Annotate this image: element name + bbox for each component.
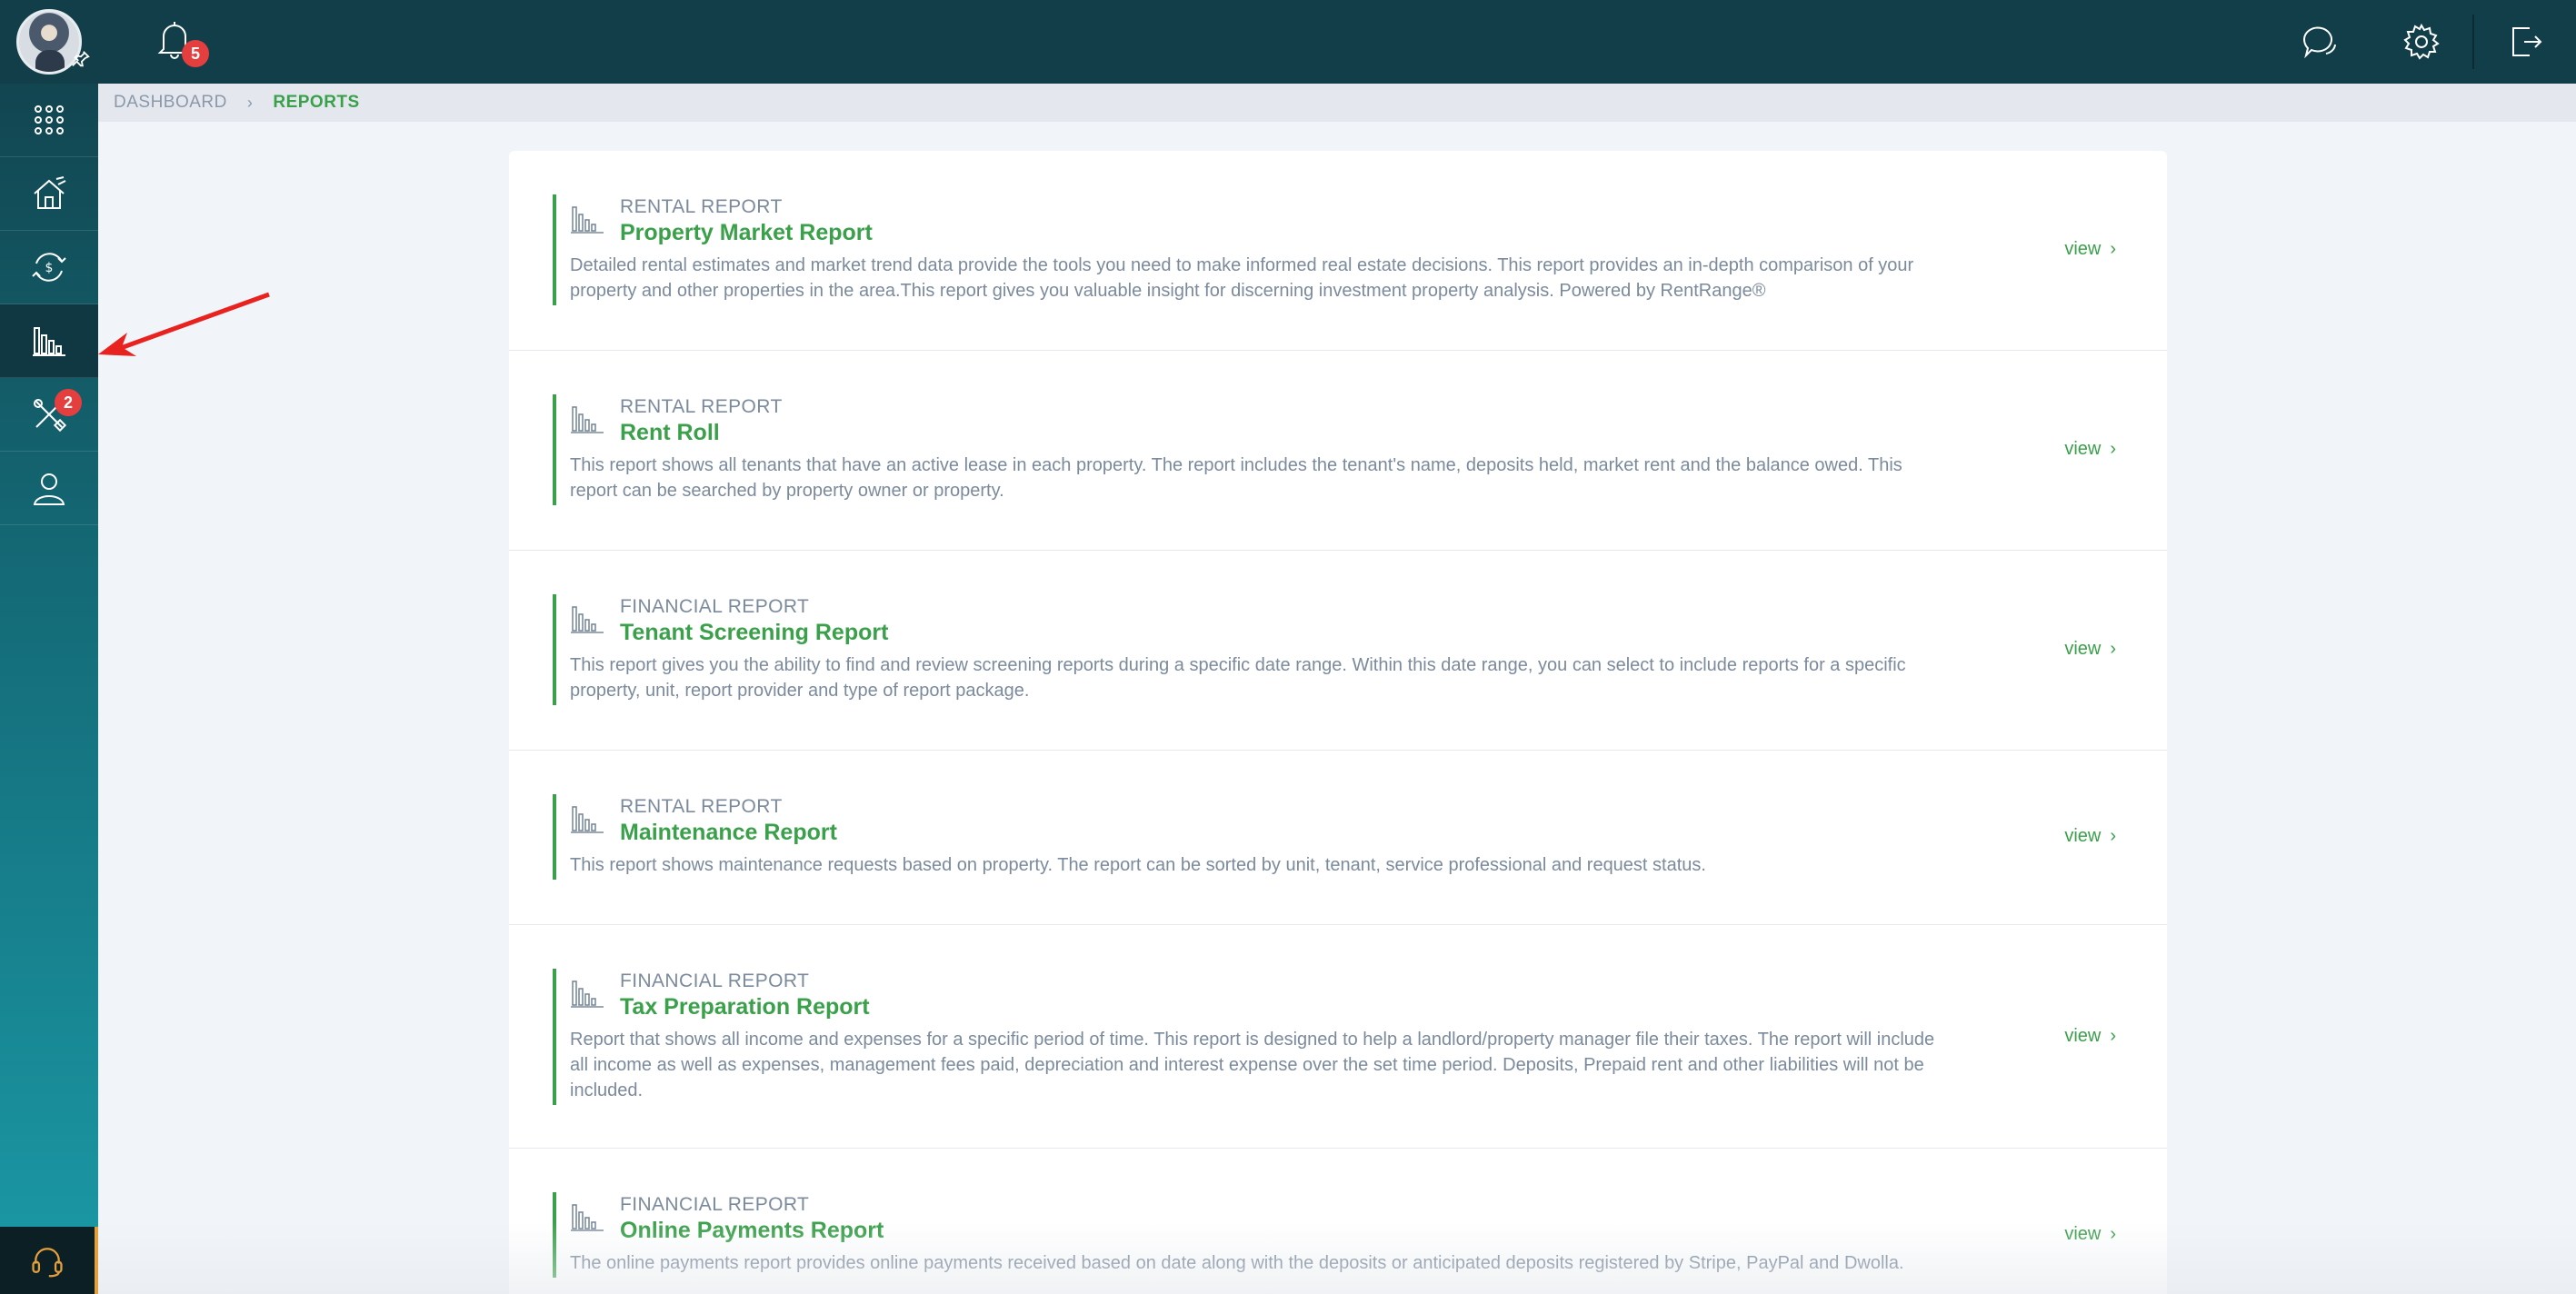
notifications-button[interactable]: 5 bbox=[155, 18, 209, 67]
chevron-right-icon: › bbox=[2110, 639, 2116, 659]
bar-chart-icon bbox=[33, 327, 65, 356]
support-button[interactable] bbox=[0, 1227, 98, 1294]
accent-bar bbox=[553, 194, 556, 305]
accent-bar bbox=[553, 394, 556, 505]
annotation-arrow bbox=[98, 292, 270, 356]
bar-chart-icon bbox=[571, 980, 604, 1008]
user-icon bbox=[33, 473, 65, 505]
report-title[interactable]: Tax Preparation Report bbox=[620, 994, 870, 1020]
logout-button[interactable] bbox=[2474, 0, 2576, 84]
description-line: This report shows maintenance requests b… bbox=[570, 855, 1706, 875]
notifications-badge: 5 bbox=[182, 40, 209, 67]
svg-text:$: $ bbox=[45, 261, 54, 275]
chat-icon bbox=[2302, 26, 2336, 59]
accent-bar bbox=[553, 594, 556, 705]
sidebar-item-maintenance[interactable]: 2 bbox=[0, 378, 98, 452]
chevron-right-icon: › bbox=[246, 93, 254, 112]
description-line: report can be searched by property owner… bbox=[570, 481, 1004, 501]
money-exchange-icon: $ bbox=[32, 253, 66, 282]
bar-chart-icon bbox=[571, 606, 604, 633]
top-bar: 5 bbox=[98, 0, 2576, 84]
description-line: Detailed rental estimates and market tre… bbox=[570, 255, 1914, 275]
view-label: view bbox=[2064, 239, 2102, 259]
avatar-area bbox=[0, 0, 98, 84]
description-line: included. bbox=[570, 1080, 644, 1100]
description-line: all income as well as expenses, manageme… bbox=[570, 1055, 1924, 1075]
report-item[interactable]: RENTAL REPORT Rent Roll This report show… bbox=[509, 351, 2167, 551]
report-item[interactable]: FINANCIAL REPORT Online Payments Report … bbox=[509, 1149, 2167, 1294]
chevron-right-icon: › bbox=[2110, 1026, 2116, 1046]
report-description: This report shows all tenants that have … bbox=[570, 453, 1988, 503]
bar-chart-icon bbox=[571, 1204, 604, 1231]
sidebar-item-apps[interactable] bbox=[0, 84, 98, 157]
sidebar-item-reports[interactable] bbox=[0, 304, 98, 378]
report-description: This report shows maintenance requests b… bbox=[570, 852, 1988, 878]
report-category: RENTAL REPORT bbox=[620, 796, 783, 817]
view-link[interactable]: view › bbox=[2064, 239, 2116, 260]
report-title[interactable]: Tenant Screening Report bbox=[620, 620, 888, 646]
bar-chart-icon bbox=[571, 806, 604, 833]
report-item[interactable]: RENTAL REPORT Property Market Report Det… bbox=[509, 151, 2167, 351]
chevron-right-icon: › bbox=[2110, 1224, 2116, 1244]
description-line: This report shows all tenants that have … bbox=[570, 455, 1902, 475]
report-category: RENTAL REPORT bbox=[620, 396, 783, 417]
view-label: view bbox=[2064, 1026, 2102, 1046]
bar-chart-icon bbox=[571, 406, 604, 433]
logout-icon bbox=[2512, 27, 2542, 56]
chevron-right-icon: › bbox=[2110, 439, 2116, 459]
view-link[interactable]: view › bbox=[2064, 826, 2116, 847]
description-line: property and other properties in the are… bbox=[570, 281, 1766, 301]
accent-bar bbox=[553, 794, 556, 880]
view-link[interactable]: view › bbox=[2064, 1026, 2116, 1047]
description-line: Report that shows all income and expense… bbox=[570, 1030, 1935, 1050]
report-title[interactable]: Rent Roll bbox=[620, 420, 720, 446]
report-category: RENTAL REPORT bbox=[620, 196, 783, 217]
report-category: FINANCIAL REPORT bbox=[620, 1194, 810, 1215]
report-title[interactable]: Online Payments Report bbox=[620, 1218, 884, 1244]
sidebar-item-properties[interactable] bbox=[0, 157, 98, 231]
report-description: The online payments report provides onli… bbox=[570, 1250, 1988, 1276]
headset-icon bbox=[32, 1248, 63, 1278]
report-item[interactable]: FINANCIAL REPORT Tenant Screening Report… bbox=[509, 551, 2167, 751]
breadcrumb: DASHBOARD › REPORTS bbox=[98, 84, 2576, 122]
report-description: Report that shows all income and expense… bbox=[570, 1027, 1988, 1103]
house-icon bbox=[34, 176, 66, 209]
report-title[interactable]: Property Market Report bbox=[620, 220, 873, 246]
top-actions bbox=[2269, 0, 2576, 84]
sidebar-item-contacts[interactable] bbox=[0, 452, 98, 525]
maintenance-badge: 2 bbox=[55, 389, 82, 416]
report-item[interactable]: RENTAL REPORT Maintenance Report This re… bbox=[509, 751, 2167, 925]
sidebar-item-payments[interactable]: $ bbox=[0, 231, 98, 304]
pin-icon[interactable] bbox=[71, 49, 91, 75]
report-description: Detailed rental estimates and market tre… bbox=[570, 253, 1988, 304]
report-item[interactable]: FINANCIAL REPORT Tax Preparation Report … bbox=[509, 925, 2167, 1149]
accent-bar bbox=[553, 1192, 556, 1278]
description-line: This report gives you the ability to fin… bbox=[570, 655, 1906, 675]
view-link[interactable]: view › bbox=[2064, 439, 2116, 460]
bar-chart-icon bbox=[571, 206, 604, 234]
description-line: The online payments report provides onli… bbox=[570, 1253, 1904, 1273]
accent-bar bbox=[553, 969, 556, 1105]
view-link[interactable]: view › bbox=[2064, 639, 2116, 660]
view-label: view bbox=[2064, 1224, 2102, 1244]
sidebar: $ 2 bbox=[0, 0, 98, 1294]
breadcrumb-dashboard[interactable]: DASHBOARD bbox=[114, 93, 227, 113]
report-category: FINANCIAL REPORT bbox=[620, 970, 810, 991]
breadcrumb-reports: REPORTS bbox=[273, 93, 360, 112]
report-category: FINANCIAL REPORT bbox=[620, 596, 810, 617]
chat-button[interactable] bbox=[2269, 0, 2371, 84]
report-description: This report gives you the ability to fin… bbox=[570, 652, 1988, 703]
view-label: view bbox=[2064, 439, 2102, 459]
description-line: property, unit, report provider and type… bbox=[570, 681, 1030, 701]
reports-card: RENTAL REPORT Property Market Report Det… bbox=[509, 151, 2167, 1294]
chevron-right-icon: › bbox=[2110, 239, 2116, 259]
view-label: view bbox=[2064, 826, 2102, 846]
grid-icon bbox=[35, 105, 64, 134]
chevron-right-icon: › bbox=[2110, 826, 2116, 846]
report-title[interactable]: Maintenance Report bbox=[620, 820, 837, 846]
settings-button[interactable] bbox=[2371, 0, 2472, 84]
gear-icon bbox=[2403, 23, 2440, 60]
view-link[interactable]: view › bbox=[2064, 1224, 2116, 1245]
view-label: view bbox=[2064, 639, 2102, 659]
